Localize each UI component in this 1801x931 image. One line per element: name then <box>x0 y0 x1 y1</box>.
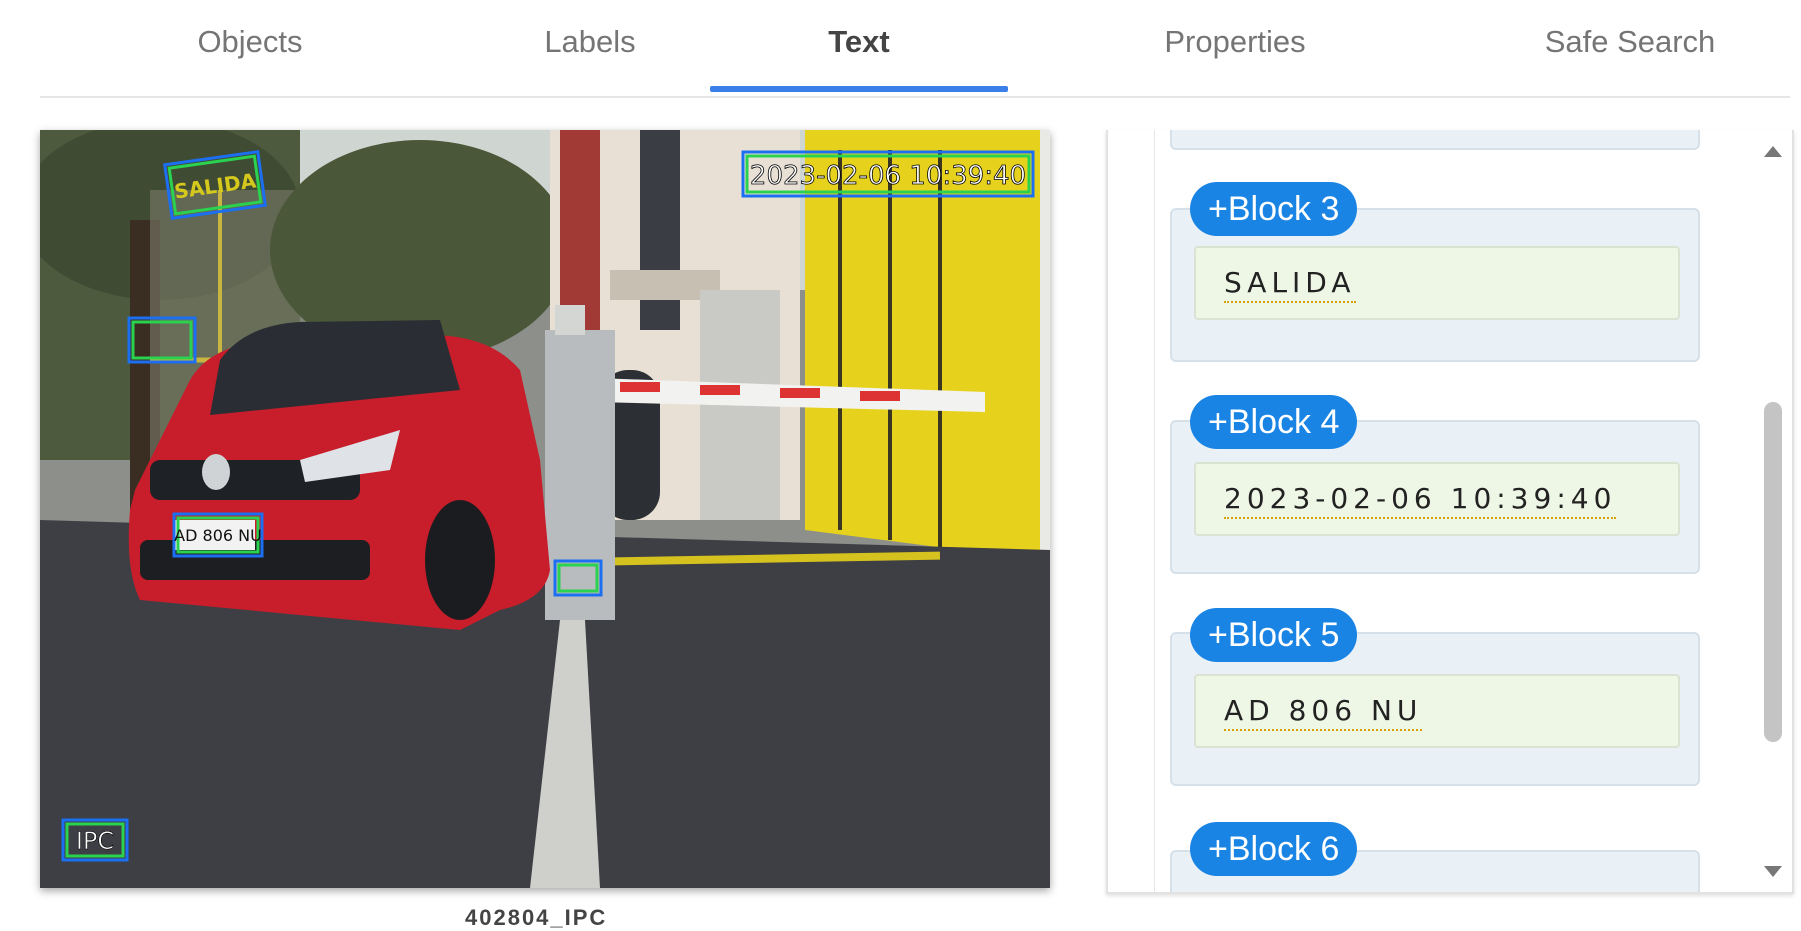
tab-objects[interactable]: Objects <box>110 22 390 62</box>
block-text: AD 806 NU <box>1224 694 1423 731</box>
tab-safe-search[interactable]: Safe Search <box>1430 22 1801 62</box>
block-text-field[interactable]: SALIDA <box>1194 246 1680 320</box>
active-tab-indicator <box>710 86 1008 92</box>
block-card-2-partial <box>1170 130 1700 150</box>
block-text: SALIDA <box>1224 266 1356 303</box>
tab-bar: Objects Labels Text Properties Safe Sear… <box>40 0 1790 98</box>
watermark-overlay: IPC <box>76 827 114 855</box>
text-blocks-panel[interactable]: SALIDA +Block 3 2023-02-06 10:39:40 +Blo… <box>1106 130 1794 894</box>
panel-divider <box>1154 130 1155 892</box>
block-3-button[interactable]: +Block 3 <box>1190 182 1358 236</box>
block-6-button[interactable]: +Block 6 <box>1190 822 1358 876</box>
analyzed-image: 2023-02-06 10:39:40 SALIDA AD 806 NU IPC <box>40 130 1050 888</box>
plate-overlay: AD 806 NU <box>174 526 262 545</box>
scrollbar-thumb[interactable] <box>1764 402 1782 742</box>
street-scene-image: 2023-02-06 10:39:40 SALIDA AD 806 NU IPC <box>40 130 1050 888</box>
scroll-down-arrow-icon[interactable] <box>1764 866 1782 877</box>
block-text-field[interactable]: AD 806 NU <box>1194 674 1680 748</box>
image-caption: 402804_IPC <box>465 905 608 930</box>
panel-scrollbar[interactable] <box>1756 130 1790 892</box>
tab-text[interactable]: Text <box>710 22 1008 62</box>
block-5-button[interactable]: +Block 5 <box>1190 608 1358 662</box>
scroll-up-arrow-icon[interactable] <box>1764 146 1782 157</box>
block-4-button[interactable]: +Block 4 <box>1190 395 1358 449</box>
block-text: 2023-02-06 10:39:40 <box>1224 482 1617 519</box>
tab-labels[interactable]: Labels <box>440 22 740 62</box>
tab-properties[interactable]: Properties <box>1050 22 1420 62</box>
block-text-field[interactable]: 2023-02-06 10:39:40 <box>1194 462 1680 536</box>
timestamp-overlay: 2023-02-06 10:39:40 <box>750 161 1026 191</box>
